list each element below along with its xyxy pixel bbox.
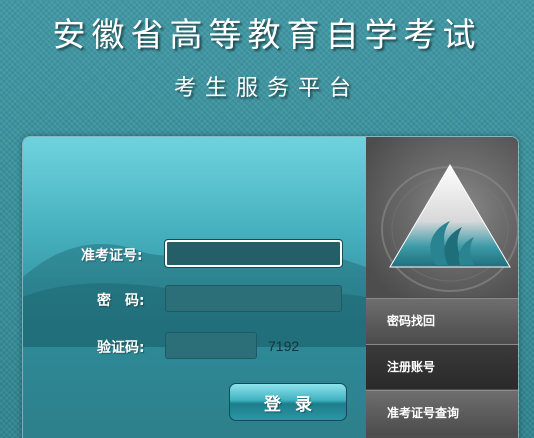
- side-link-register[interactable]: 注册账号: [366, 344, 518, 389]
- password-input[interactable]: [165, 285, 342, 312]
- exam-id-input[interactable]: [164, 239, 343, 268]
- logo-area: [366, 137, 518, 297]
- captcha-label: 验证码:: [97, 340, 145, 356]
- password-label: 密 码:: [97, 293, 145, 309]
- page-title: 安徽省高等教育自学考试: [52, 15, 482, 54]
- side-nav: 密码找回 注册账号 准考证号查询: [366, 137, 518, 438]
- hills-decoration: [23, 241, 366, 347]
- login-form-area: 准考证号: 密 码: 验证码: 7192 登录: [23, 137, 366, 438]
- page-subtitle: 考生服务平台: [173, 76, 360, 101]
- login-panel: 准考证号: 密 码: 验证码: 7192 登录 密码找回 注册账号 准考证号查询: [22, 136, 519, 438]
- side-link-password-recovery[interactable]: 密码找回: [366, 298, 518, 343]
- captcha-code[interactable]: 7192: [268, 338, 299, 354]
- captcha-input[interactable]: [165, 332, 257, 359]
- login-button[interactable]: 登录: [229, 383, 347, 421]
- exam-authority-logo-icon: [381, 164, 518, 292]
- exam-id-label: 准考证号:: [81, 248, 143, 264]
- side-link-exam-id-lookup[interactable]: 准考证号查询: [366, 390, 518, 435]
